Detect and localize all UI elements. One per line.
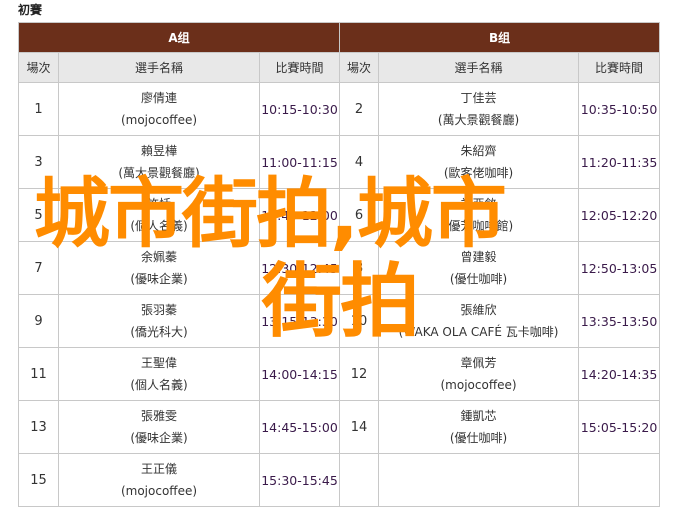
group-b-header: B组 (339, 22, 661, 53)
group-a-match-number: 11 (18, 347, 59, 401)
player-org: (僑光科大) (130, 325, 188, 339)
player-org: (個人名義) (130, 378, 188, 392)
group-b-player-cell: 丁佳芸 (萬大景觀餐廳) (378, 82, 580, 136)
player-name: 張羽蓁 (140, 303, 177, 317)
group-a-match-number: 9 (18, 294, 59, 348)
group-b-match-number: 14 (339, 400, 380, 454)
group-a-player-header: 選手名稱 (58, 52, 260, 83)
group-b-player-cell: 朱紹齊 (歐客佬咖啡) (378, 135, 580, 189)
schedule-table: A组 B组 場次 選手名稱 比賽時間 場次 選手名稱 比賽時間 1 廖倩連 (m… (17, 22, 661, 507)
group-a-player-cell: 王正儀 (mojocoffee) (58, 453, 260, 507)
group-a-match-number: 15 (18, 453, 59, 507)
group-b-player-cell (378, 453, 580, 507)
group-a-match-number: 13 (18, 400, 59, 454)
player-org: (優味企業) (130, 431, 188, 445)
player-name: 曾建毅 (460, 250, 497, 264)
group-b-match-time: 15:05-15:20 (578, 400, 661, 454)
group-a-match-time: 15:30-15:45 (258, 453, 341, 507)
group-a-match-time: 11:00-11:15 (258, 135, 341, 189)
group-b-match-number: 10 (339, 294, 380, 348)
group-b-match-time: 12:50-13:05 (578, 241, 661, 295)
player-name: 許恬 (146, 197, 171, 211)
table-row: 5 許恬 (個人名義) 11:40-12:00 6 祁亞斂 (優芳咖啡館) 12… (18, 188, 661, 242)
group-b-time-header: 比賽時間 (578, 52, 661, 83)
group-b-player-cell: 鍾凱芯 (優仕咖啡) (378, 400, 580, 454)
table-row: 9 張羽蓁 (僑光科大) 13:15-13:30 10 張維欣 (WAKA OL… (18, 294, 661, 348)
player-name: 章佩芳 (460, 356, 497, 370)
group-a-match-number: 3 (18, 135, 59, 189)
group-a-time-header: 比賽時間 (258, 52, 341, 83)
table-row: 15 王正儀 (mojocoffee) 15:30-15:45 (18, 453, 661, 507)
group-a-match-number: 1 (18, 82, 59, 136)
group-a-header: A组 (17, 22, 341, 53)
group-a-player-cell: 張羽蓁 (僑光科大) (58, 294, 260, 348)
group-a-match-time: 11:40-12:00 (258, 188, 341, 242)
group-a-player-cell: 余姵蓁 (優味企業) (58, 241, 260, 295)
player-org: (mojocoffee) (120, 484, 198, 498)
player-name: 王聖偉 (140, 356, 177, 370)
table-row: 3 賴昱樺 (萬大景觀餐廳) 11:00-11:15 4 朱紹齊 (歐客佬咖啡)… (18, 135, 661, 189)
group-a-player-cell: 廖倩連 (mojocoffee) (58, 82, 260, 136)
group-b-match-time: 10:35-10:50 (578, 82, 661, 136)
group-b-match-time (578, 453, 661, 507)
player-name: 鍾凱芯 (460, 409, 497, 423)
group-b-player-cell: 張維欣 (WAKA OLA CAFÉ 瓦卡咖啡) (378, 294, 580, 348)
player-org: (優仕咖啡) (449, 272, 508, 286)
group-a-match-number: 5 (18, 188, 59, 242)
group-a-player-cell: 張雅雯 (優味企業) (58, 400, 260, 454)
group-a-player-cell: 王聖偉 (個人名義) (58, 347, 260, 401)
group-b-player-cell: 曾建毅 (優仕咖啡) (378, 241, 580, 295)
column-header-row: 場次 選手名稱 比賽時間 場次 選手名稱 比賽時間 (18, 52, 661, 83)
player-org: (優芳咖啡館) (443, 219, 514, 233)
player-name: 廖倩連 (140, 91, 177, 105)
group-a-match-time: 14:45-15:00 (258, 400, 341, 454)
player-org: (優味企業) (130, 272, 188, 286)
group-b-match-number (339, 453, 380, 507)
player-name: 朱紹齊 (460, 144, 497, 158)
player-org: (mojocoffee) (120, 113, 198, 127)
table-row: 1 廖倩連 (mojocoffee) 10:15-10:30 2 丁佳芸 (萬大… (18, 82, 661, 136)
group-b-match-number: 2 (339, 82, 380, 136)
group-b-match-number: 8 (339, 241, 380, 295)
group-b-match-number: 4 (339, 135, 380, 189)
player-name: 余姵蓁 (140, 250, 177, 264)
group-a-match-time: 13:15-13:30 (258, 294, 341, 348)
table-row: 13 張雅雯 (優味企業) 14:45-15:00 14 鍾凱芯 (優仕咖啡) … (18, 400, 661, 454)
group-b-match-number: 6 (339, 188, 380, 242)
group-a-match-header: 場次 (18, 52, 59, 83)
group-b-player-cell: 章佩芳 (mojocoffee) (378, 347, 580, 401)
player-org: (WAKA OLA CAFÉ 瓦卡咖啡) (398, 325, 559, 339)
player-name: 張維欣 (460, 303, 497, 317)
group-b-player-header: 選手名稱 (378, 52, 580, 83)
player-name: 丁佳芸 (460, 91, 497, 105)
player-org: (mojocoffee) (440, 378, 517, 392)
player-org: (萬大景觀餐廳) (437, 113, 520, 127)
group-b-player-cell: 祁亞斂 (優芳咖啡館) (378, 188, 580, 242)
player-name: 王正儀 (140, 462, 177, 476)
group-b-match-header: 場次 (339, 52, 380, 83)
player-name: 祁亞斂 (460, 197, 497, 211)
player-org: (個人名義) (130, 219, 188, 233)
player-org: (萬大景觀餐廳) (118, 166, 200, 180)
group-b-match-time: 13:35-13:50 (578, 294, 661, 348)
group-b-match-number: 12 (339, 347, 380, 401)
table-row: 11 王聖偉 (個人名義) 14:00-14:15 12 章佩芳 (mojoco… (18, 347, 661, 401)
group-b-match-time: 14:20-14:35 (578, 347, 661, 401)
group-header-row: A组 B组 (17, 22, 661, 53)
player-org: (優仕咖啡) (449, 431, 508, 445)
section-title: 初賽 (18, 3, 43, 17)
player-name: 賴昱樺 (140, 144, 177, 158)
table-row: 7 余姵蓁 (優味企業) 12:30-12:45 8 曾建毅 (優仕咖啡) 12… (18, 241, 661, 295)
group-a-match-time: 14:00-14:15 (258, 347, 341, 401)
group-b-match-time: 11:20-11:35 (578, 135, 661, 189)
group-a-player-cell: 許恬 (個人名義) (58, 188, 260, 242)
group-a-match-time: 10:15-10:30 (258, 82, 341, 136)
group-b-match-time: 12:05-12:20 (578, 188, 661, 242)
group-a-player-cell: 賴昱樺 (萬大景觀餐廳) (58, 135, 260, 189)
player-org: (歐客佬咖啡) (443, 166, 514, 180)
player-name: 張雅雯 (140, 409, 177, 423)
group-a-match-number: 7 (18, 241, 59, 295)
group-a-match-time: 12:30-12:45 (258, 241, 341, 295)
